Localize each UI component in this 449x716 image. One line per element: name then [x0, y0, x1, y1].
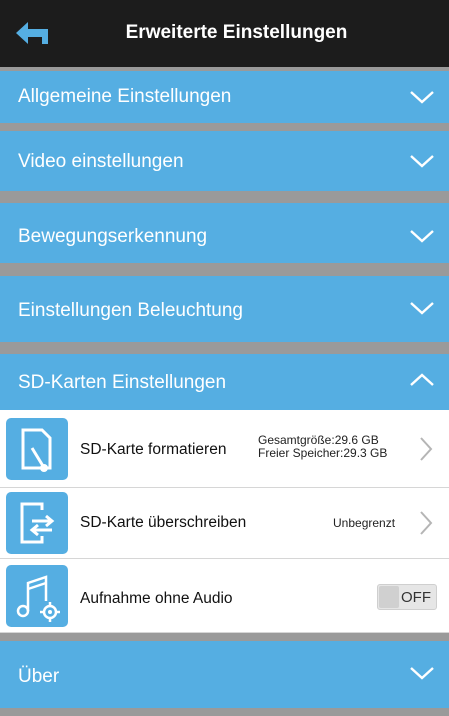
section-video[interactable]: Video einstellungen — [0, 131, 449, 191]
top-bar: Erweiterte Einstellungen — [0, 0, 449, 67]
section-sd-label: SD-Karten Einstellungen — [18, 372, 227, 393]
section-general[interactable]: Allgemeine Einstellungen — [0, 71, 449, 123]
section-motion[interactable]: Bewegungserkennung — [0, 203, 449, 263]
toggle-state-text: OFF — [401, 589, 431, 606]
section-about[interactable]: Über — [0, 641, 449, 708]
page-title: Erweiterte Einstellungen — [125, 22, 348, 43]
chevron-down-icon — [410, 155, 434, 168]
section-motion-label: Bewegungserkennung — [18, 226, 208, 247]
sd-format-icon — [6, 418, 68, 480]
chevron-right-icon[interactable] — [419, 510, 433, 536]
sd-overwrite-value: Unbegrenzt — [333, 516, 396, 530]
chevron-down-icon — [410, 230, 434, 243]
section-lighting[interactable]: Einstellungen Beleuchtung — [0, 276, 449, 342]
sd-no-audio-label: Aufnahme ohne Audio — [80, 590, 233, 607]
sd-no-audio-row: Aufnahme ohne Audio OFF — [0, 559, 449, 633]
section-video-label: Video einstellungen — [18, 151, 184, 172]
sd-format-row[interactable]: SD-Karte formatieren Gesamtgröße:29.6 GB… — [0, 410, 449, 488]
sd-capacity-info: Gesamtgröße:29.6 GB Freier Speicher:29.3… — [258, 434, 387, 460]
toggle-knob — [379, 586, 399, 608]
chevron-down-icon — [410, 667, 434, 680]
chevron-up-icon — [410, 373, 434, 386]
no-audio-toggle[interactable]: OFF — [377, 584, 437, 610]
section-lighting-label: Einstellungen Beleuchtung — [18, 300, 244, 321]
chevron-down-icon — [410, 91, 434, 104]
section-sd[interactable]: SD-Karten Einstellungen — [0, 354, 449, 410]
sd-overwrite-icon — [6, 492, 68, 554]
section-about-label: Über — [18, 666, 60, 687]
music-settings-icon — [6, 565, 68, 627]
chevron-right-icon[interactable] — [419, 436, 433, 462]
section-general-label: Allgemeine Einstellungen — [18, 86, 232, 107]
chevron-down-icon — [410, 302, 434, 315]
sd-overwrite-row[interactable]: SD-Karte überschreiben Unbegrenzt — [0, 488, 449, 559]
sd-free-space: Freier Speicher:29.3 GB — [258, 446, 388, 460]
sd-overwrite-label: SD-Karte überschreiben — [80, 514, 247, 531]
sd-format-label: SD-Karte formatieren — [80, 441, 227, 458]
